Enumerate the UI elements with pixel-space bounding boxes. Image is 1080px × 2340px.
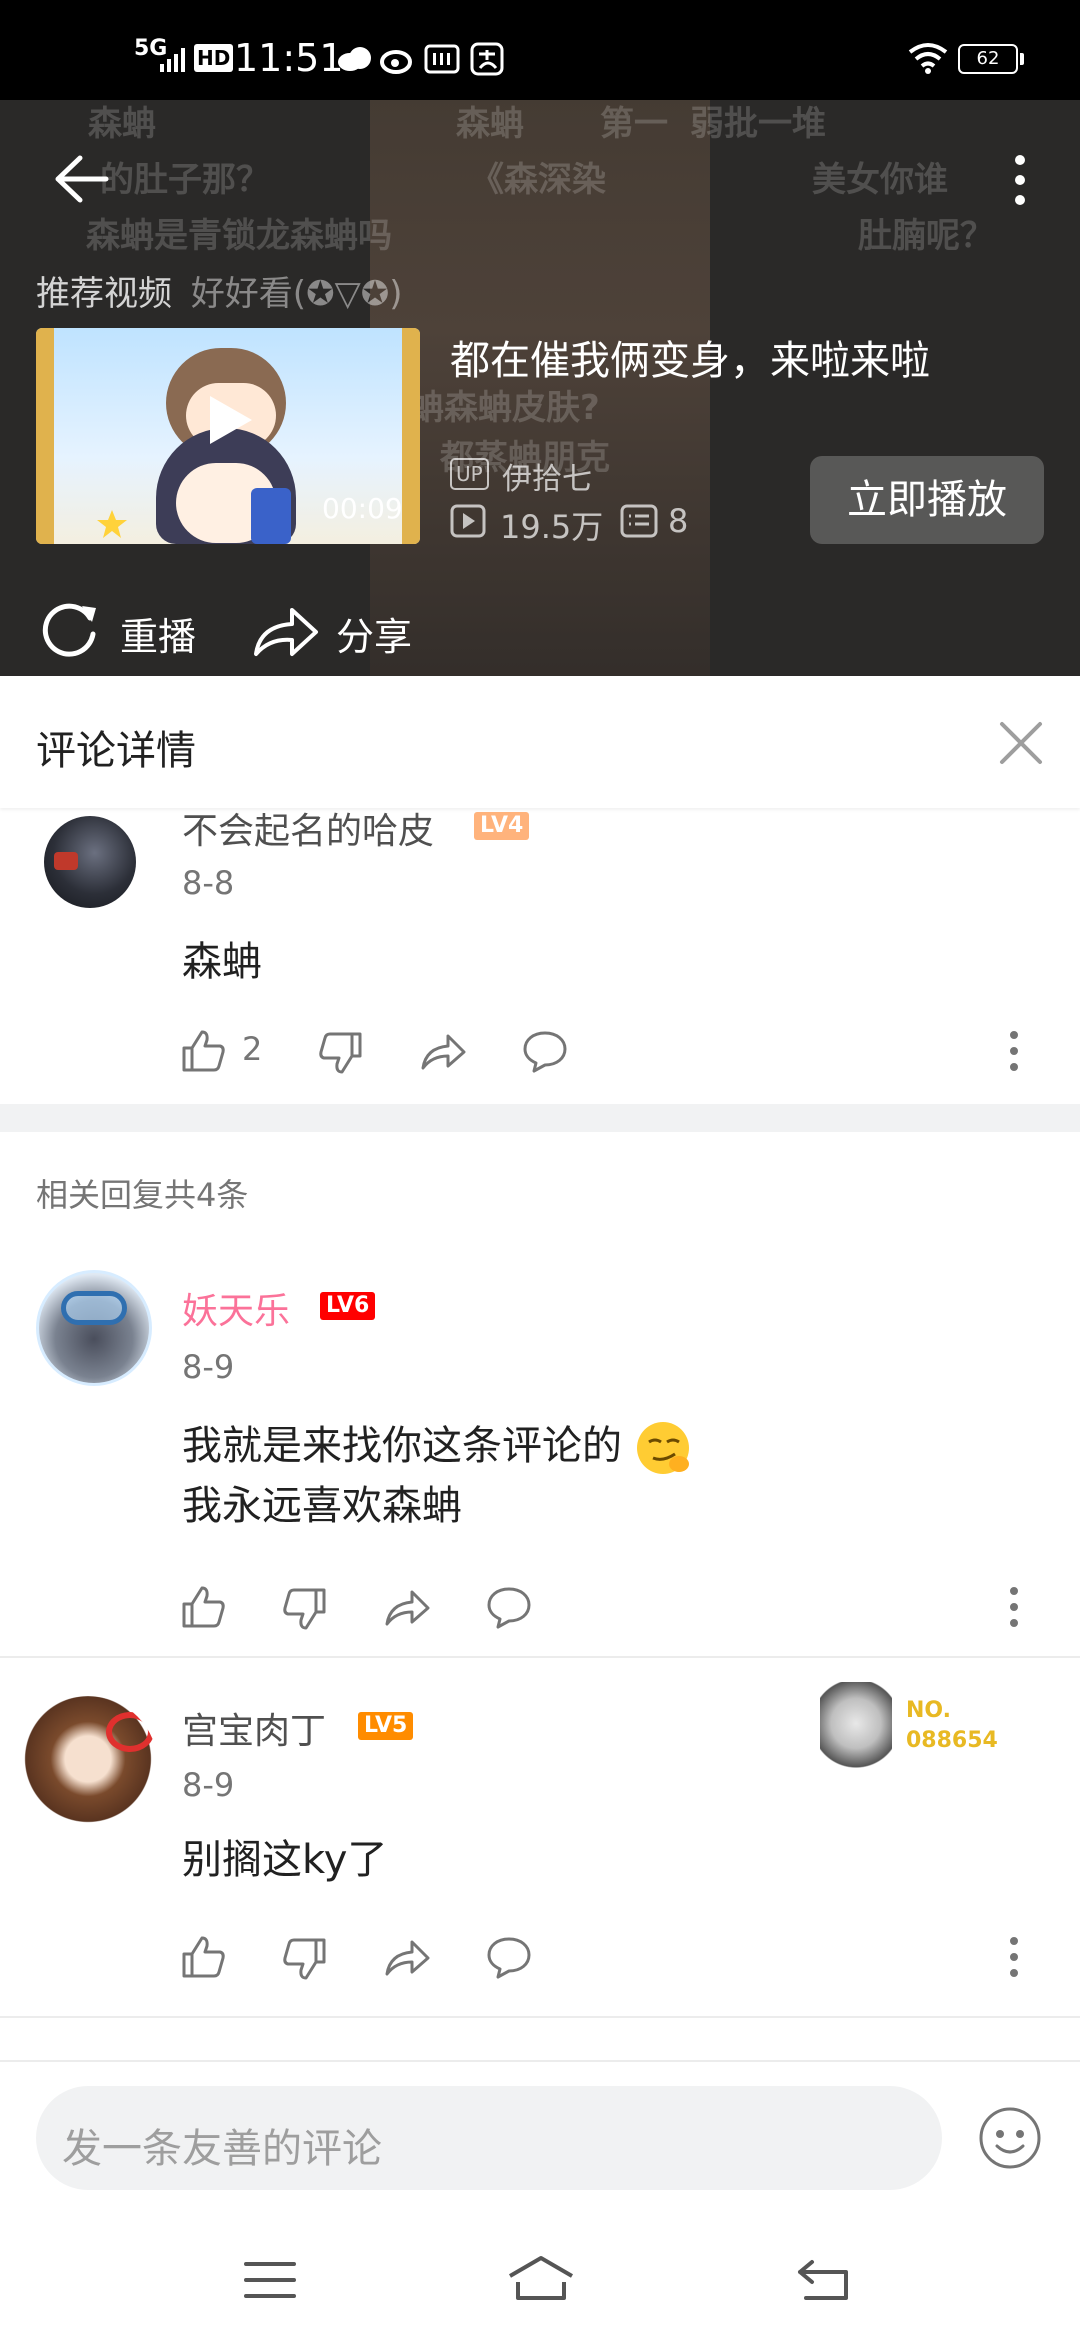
dislike-icon[interactable]	[318, 1030, 364, 1076]
danmaku-text: 肚腩呢？	[858, 216, 994, 256]
like-count: 2	[242, 1030, 263, 1068]
video-player[interactable]: 森蚺 森蚺 第一 弱批一堆 的肚子那？ 《森深染 美女你谁 森蚺是青锁龙森蚺吗 …	[0, 100, 1080, 676]
like-icon[interactable]	[180, 1934, 226, 1980]
recommended-video-title[interactable]: 都在催我俩变身，来啦来啦	[450, 328, 930, 386]
iqiyi-icon	[424, 44, 460, 74]
dislike-icon[interactable]	[282, 1586, 328, 1632]
more-vertical-icon[interactable]	[1008, 1586, 1020, 1628]
fan-number-label: NO.	[906, 1698, 951, 1723]
level-badge: LV6	[320, 1292, 376, 1320]
status-bar: 5G HD 11:51 62	[0, 0, 1080, 100]
danmaku-text: 森蚺是青锁龙森蚺吗	[86, 216, 392, 256]
up-badge: UP	[450, 458, 489, 490]
danmaku-count-icon	[620, 504, 658, 538]
danmaku-text: 《森深染	[470, 160, 606, 200]
emoji-icon[interactable]	[978, 2106, 1042, 2170]
root-comment: 不会起名的哈皮 LV4 8-8 森蚺 2	[0, 808, 1080, 1104]
clock: 11:51	[234, 36, 344, 80]
comment-input-placeholder: 发一条友善的评论	[62, 2126, 382, 2172]
reply-content-line: 我就是来找你这条评论的	[182, 1416, 695, 1476]
signal-icon	[160, 48, 185, 72]
more-vertical-icon[interactable]	[1008, 1030, 1020, 1072]
play-icon[interactable]	[200, 392, 256, 448]
fan-medal-avatar	[820, 1682, 892, 1774]
recommend-danmaku: 好好看(✪▽✪)	[190, 274, 403, 314]
menu-icon[interactable]	[244, 2260, 296, 2300]
play-count-icon	[450, 504, 486, 538]
weibo-icon	[380, 50, 412, 74]
comment-detail-title: 评论详情	[36, 728, 196, 774]
section-divider	[0, 1104, 1080, 1132]
forward-icon[interactable]	[420, 1028, 466, 1074]
wifi-icon	[908, 43, 948, 74]
divider	[0, 1656, 1080, 1658]
fan-medal: NO. 088654	[820, 1672, 1020, 1782]
cloud-icon	[338, 47, 371, 71]
smirk-emoji-icon	[636, 1422, 689, 1474]
avatar[interactable]	[36, 1270, 152, 1386]
share-label[interactable]: 分享	[336, 606, 412, 661]
replay-icon[interactable]	[38, 598, 100, 660]
reply-icon[interactable]	[486, 1934, 532, 1980]
more-vertical-icon[interactable]	[1008, 152, 1032, 208]
comment-input[interactable]: 发一条友善的评论	[36, 2086, 942, 2190]
like-icon[interactable]	[180, 1028, 226, 1074]
reply-icon[interactable]	[486, 1584, 532, 1630]
more-vertical-icon[interactable]	[1008, 1936, 1020, 1978]
danmaku-count: 8	[668, 502, 689, 540]
battery-tip	[1020, 53, 1024, 65]
reply-username[interactable]: 宫宝肉丁	[182, 1702, 326, 1754]
back-icon[interactable]	[796, 2258, 852, 2302]
replies-count-label: 相关回复共4条	[36, 1176, 249, 1214]
alipay-icon	[470, 42, 504, 76]
reply-item: 妖天乐 LV6 8-9 我就是来找你这条评论的 我永远喜欢森蚺	[0, 1266, 1080, 1656]
reply-content-line: 我永远喜欢森蚺	[182, 1483, 462, 1529]
replay-label[interactable]: 重播	[120, 606, 196, 661]
share-icon[interactable]	[252, 600, 320, 660]
reply-content[interactable]: 我就是来找你这条评论的 我永远喜欢森蚺	[182, 1416, 695, 1536]
reply-date: 8-9	[182, 1766, 235, 1804]
danmaku-text: 美女你谁	[812, 160, 948, 200]
comment-detail-header: 评论详情	[0, 676, 1080, 808]
danmaku-text: 森蚺	[456, 104, 524, 144]
danmaku-text: 蚺森蚺皮肤?	[410, 388, 600, 428]
recommend-label: 推荐视频	[36, 274, 172, 314]
hd-badge: HD	[194, 44, 234, 72]
reply-content[interactable]: 别搁这ky了	[182, 1830, 387, 1890]
danmaku-text: 弱批一堆	[690, 104, 826, 144]
reply-item: 宫宝肉丁 LV5 8-9 NO. 088654 别搁这ky了	[0, 1682, 1080, 2016]
level-badge: LV5	[358, 1712, 414, 1740]
home-icon[interactable]	[506, 2254, 576, 2302]
comment-content[interactable]: 森蚺	[182, 932, 262, 992]
like-icon[interactable]	[180, 1584, 226, 1630]
danmaku-text: 的肚子那？	[100, 160, 270, 200]
star-decoration-icon	[97, 510, 127, 538]
level-badge: LV4	[474, 812, 530, 840]
uploader-name[interactable]: 伊拾七	[502, 454, 592, 498]
close-icon[interactable]	[998, 720, 1044, 766]
battery-icon: 62	[958, 44, 1018, 74]
forward-icon[interactable]	[384, 1584, 430, 1630]
battery-level: 62	[976, 48, 1000, 69]
recommend-section-label: 推荐视频 好好看(✪▽✪)	[36, 266, 402, 315]
divider	[0, 2016, 1080, 2018]
danmaku-text: 第一	[600, 104, 668, 144]
reply-date: 8-9	[182, 1348, 235, 1386]
danmaku-text: 森蚺	[88, 104, 156, 144]
play-now-button[interactable]: 立即播放	[810, 456, 1044, 544]
comment-date: 8-8	[182, 864, 235, 902]
play-count: 19.5万	[500, 508, 604, 546]
reply-icon[interactable]	[522, 1028, 568, 1074]
back-arrow-icon[interactable]	[54, 154, 110, 204]
video-duration: 00:09	[322, 492, 403, 525]
reply-username[interactable]: 妖天乐	[182, 1282, 290, 1334]
forward-icon[interactable]	[384, 1934, 430, 1980]
fan-number: 088654	[906, 1728, 998, 1753]
system-nav-bar	[0, 2210, 1080, 2340]
comment-username[interactable]: 不会起名的哈皮	[182, 802, 434, 854]
avatar[interactable]	[44, 816, 136, 908]
dislike-icon[interactable]	[282, 1936, 328, 1982]
avatar[interactable]	[18, 1696, 158, 1836]
